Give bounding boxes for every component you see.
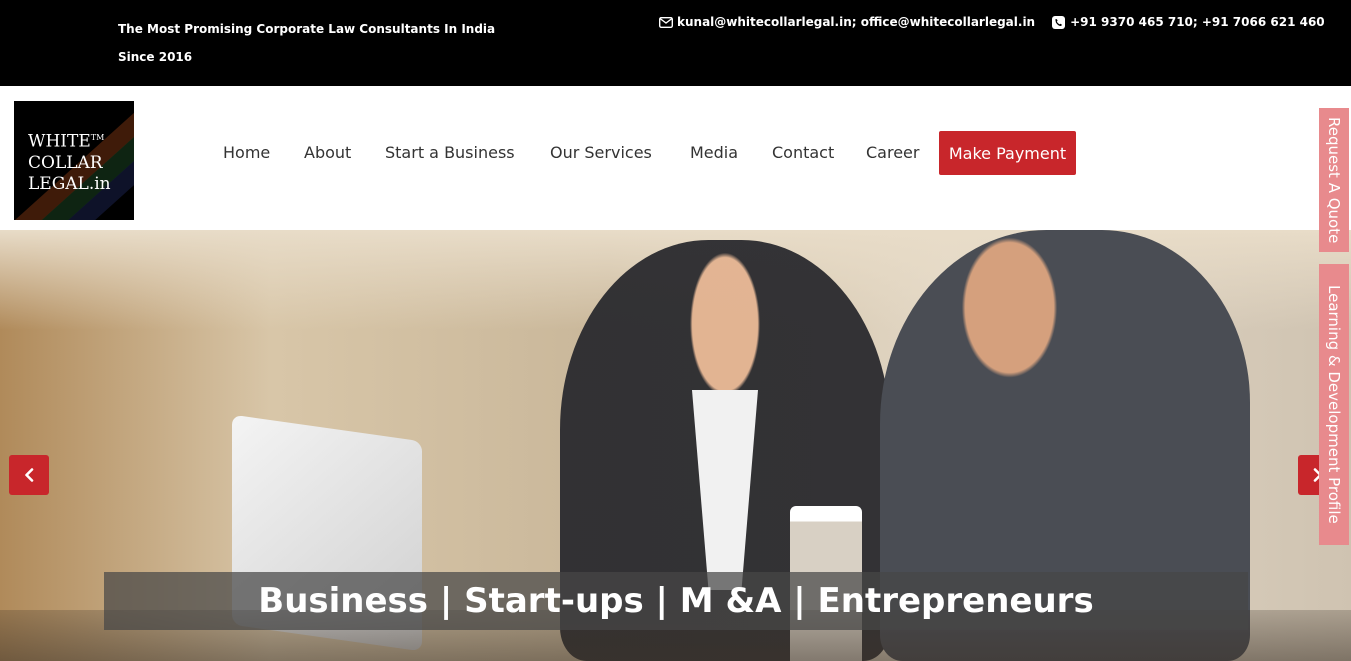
make-payment-button[interactable]: Make Payment bbox=[939, 131, 1076, 175]
learning-profile-tab[interactable]: Learning & Development Profile bbox=[1319, 264, 1349, 545]
contact-info: kunal@whitecollarlegal.in; office@whitec… bbox=[658, 15, 1325, 29]
nav-career[interactable]: Career bbox=[866, 143, 919, 162]
request-quote-label: Request A Quote bbox=[1325, 116, 1343, 244]
phone-icon bbox=[1051, 15, 1066, 29]
tagline: The Most Promising Corporate Law Consult… bbox=[118, 15, 495, 71]
chevron-left-icon bbox=[25, 468, 34, 482]
phone-numbers[interactable]: +91 9370 465 710; +91 7066 621 460 bbox=[1070, 15, 1325, 29]
nav-contact[interactable]: Contact bbox=[772, 143, 834, 162]
learning-profile-label: Learning & Development Profile bbox=[1325, 285, 1343, 524]
site-header: WHITETM COLLAR LEGAL.in Home About Start… bbox=[0, 86, 1351, 230]
nav-our-services[interactable]: Our Services bbox=[550, 143, 652, 162]
tagline-line-1: The Most Promising Corporate Law Consult… bbox=[118, 22, 496, 36]
hero-slider: Business | Start-ups | M &A | Entreprene… bbox=[0, 230, 1351, 661]
nav-media[interactable]: Media bbox=[690, 143, 738, 162]
nav-start-a-business[interactable]: Start a Business bbox=[385, 143, 515, 162]
slider-prev-button[interactable] bbox=[9, 455, 49, 495]
hero-caption: Business | Start-ups | M &A | Entreprene… bbox=[104, 572, 1248, 630]
top-bar: The Most Promising Corporate Law Consult… bbox=[0, 0, 1351, 86]
email-links[interactable]: kunal@whitecollarlegal.in; office@whitec… bbox=[677, 15, 1035, 29]
tagline-line-2: Since 2016 bbox=[118, 50, 193, 64]
envelope-icon bbox=[658, 16, 673, 29]
nav-home[interactable]: Home bbox=[223, 143, 270, 162]
main-nav: Home About Start a Business Our Services… bbox=[0, 131, 1351, 175]
logo-line-3: LEGAL.in bbox=[28, 173, 111, 194]
request-quote-tab[interactable]: Request A Quote bbox=[1319, 108, 1349, 252]
nav-about[interactable]: About bbox=[304, 143, 351, 162]
